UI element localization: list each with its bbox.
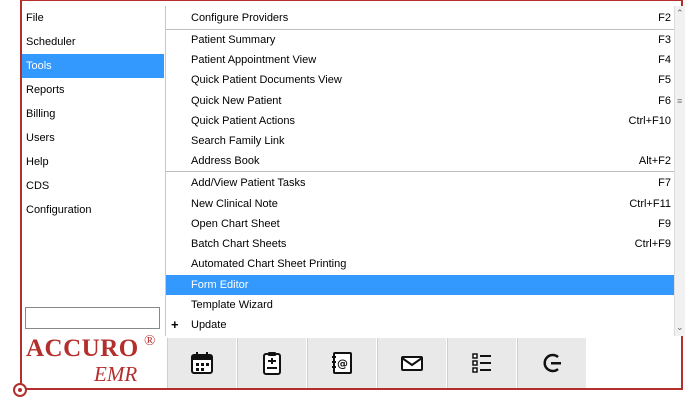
submenu-item-shortcut: F3 bbox=[658, 34, 671, 46]
svg-text:@: @ bbox=[337, 357, 348, 370]
submenu-item-quick-patient-documents-view[interactable]: Quick Patient Documents View F5 bbox=[166, 70, 675, 90]
menu-item-scheduler[interactable]: Scheduler bbox=[22, 30, 164, 54]
submenu-item-update[interactable]: + Update bbox=[166, 315, 675, 335]
envelope-icon bbox=[401, 356, 423, 371]
menu-item-label: CDS bbox=[26, 180, 50, 192]
menu-item-help[interactable]: Help bbox=[22, 150, 164, 174]
submenu-item-label: Configure Providers bbox=[191, 12, 289, 24]
clipboard-icon bbox=[263, 352, 281, 375]
tools-submenu: Configure Providers F2 Patient Summary F3 … bbox=[165, 6, 675, 336]
submenu-item-address-book[interactable]: Address Book Alt+F2 bbox=[166, 151, 675, 171]
menu-item-label: Users bbox=[26, 132, 55, 144]
submenu-item-configure-providers[interactable]: Configure Providers F2 bbox=[166, 8, 675, 28]
submenu-item-label: Template Wizard bbox=[191, 299, 273, 311]
accuro-emr-logo: ACCURO ® EMR bbox=[26, 333, 160, 387]
expand-plus-icon[interactable]: + bbox=[171, 315, 179, 335]
submenu-item-label: Add/View Patient Tasks bbox=[191, 177, 306, 189]
address-book-icon: @ bbox=[332, 352, 352, 374]
submenu-item-template-wizard[interactable]: Template Wizard bbox=[166, 295, 675, 315]
submenu-item-shortcut: F7 bbox=[658, 177, 671, 189]
logout-button[interactable] bbox=[517, 338, 587, 388]
submenu-item-batch-chart-sheets[interactable]: Batch Chart Sheets Ctrl+F9 bbox=[166, 234, 675, 254]
menu-item-label: Configuration bbox=[26, 204, 92, 216]
main-menu: File Scheduler Tools Reports Billing Use… bbox=[22, 6, 164, 222]
submenu-item-shortcut: F9 bbox=[658, 218, 671, 230]
submenu-item-shortcut: F6 bbox=[658, 95, 671, 107]
chevron-up-icon[interactable]: ⌃ bbox=[676, 8, 684, 19]
crosshair-icon bbox=[13, 383, 27, 397]
menu-item-billing[interactable]: Billing bbox=[22, 102, 164, 126]
logo-brand-text: ACCURO bbox=[26, 335, 139, 362]
menu-search-input[interactable] bbox=[25, 307, 160, 329]
menu-item-tools[interactable]: Tools bbox=[22, 54, 164, 78]
submenu-item-shortcut: F2 bbox=[658, 12, 671, 24]
task-list-icon bbox=[472, 353, 491, 373]
submenu-item-label: Open Chart Sheet bbox=[191, 218, 280, 230]
menu-item-file[interactable]: File bbox=[22, 6, 164, 30]
menu-item-configuration[interactable]: Configuration bbox=[22, 198, 164, 222]
submenu-item-form-editor[interactable]: Form Editor bbox=[166, 275, 675, 295]
submenu-item-label: Address Book bbox=[191, 155, 260, 167]
submenu-item-new-clinical-note[interactable]: New Clinical Note Ctrl+F11 bbox=[166, 194, 675, 214]
chevron-down-icon[interactable]: ⌄ bbox=[676, 322, 684, 333]
submenu-item-label: Quick Patient Actions bbox=[191, 115, 295, 127]
submenu-item-label: Batch Chart Sheets bbox=[191, 238, 287, 250]
submenu-item-label: New Clinical Note bbox=[191, 198, 278, 210]
submenu-item-label: Automated Chart Sheet Printing bbox=[191, 258, 347, 270]
submenu-item-label: Quick Patient Documents View bbox=[191, 74, 342, 86]
menu-item-label: Reports bbox=[26, 84, 65, 96]
submenu-item-label: Form Editor bbox=[191, 279, 249, 291]
submenu-item-search-family-link[interactable]: Search Family Link bbox=[166, 131, 675, 151]
submenu-item-label: Patient Summary bbox=[191, 34, 276, 46]
menu-item-label: Help bbox=[26, 156, 49, 168]
submenu-item-label: Patient Appointment View bbox=[191, 54, 317, 66]
menu-separator bbox=[166, 171, 675, 172]
submenu-item-shortcut: Alt+F2 bbox=[638, 155, 671, 167]
submenu-item-add-view-patient-tasks[interactable]: Add/View Patient Tasks F7 bbox=[166, 173, 675, 193]
submenu-item-automated-chart-sheet-printing[interactable]: Automated Chart Sheet Printing bbox=[166, 254, 675, 274]
address-book-button[interactable]: @ bbox=[307, 338, 377, 388]
submenu-scrollbar[interactable]: ⌃ ≡ ⌄ bbox=[674, 6, 685, 336]
menu-item-users[interactable]: Users bbox=[22, 126, 164, 150]
task-list-button[interactable] bbox=[447, 338, 517, 388]
submenu-item-quick-new-patient[interactable]: Quick New Patient F6 bbox=[166, 91, 675, 111]
submenu-item-label: Update bbox=[191, 319, 227, 331]
submenu-item-shortcut: F5 bbox=[658, 74, 671, 86]
menu-item-label: Scheduler bbox=[26, 36, 76, 48]
submenu-item-patient-summary[interactable]: Patient Summary F3 bbox=[166, 30, 675, 50]
menu-item-label: Tools bbox=[26, 60, 52, 72]
scroll-thumb[interactable]: ≡ bbox=[677, 96, 684, 110]
logo-sub-text: EMR bbox=[94, 362, 138, 386]
submenu-item-quick-patient-actions[interactable]: Quick Patient Actions Ctrl+F10 bbox=[166, 111, 675, 131]
patient-summary-button[interactable] bbox=[237, 338, 307, 388]
submenu-item-label: Search Family Link bbox=[191, 135, 285, 147]
menu-item-cds[interactable]: CDS bbox=[22, 174, 164, 198]
calendar-button[interactable] bbox=[167, 338, 237, 388]
submenu-item-open-chart-sheet[interactable]: Open Chart Sheet F9 bbox=[166, 214, 675, 234]
submenu-item-shortcut: F4 bbox=[658, 54, 671, 66]
submenu-item-patient-appointment-view[interactable]: Patient Appointment View F4 bbox=[166, 50, 675, 70]
menu-item-label: File bbox=[26, 12, 44, 24]
submenu-item-label: Quick New Patient bbox=[191, 95, 282, 107]
logo-registered-mark: ® bbox=[144, 333, 156, 349]
messages-button[interactable] bbox=[377, 338, 447, 388]
submenu-item-shortcut: Ctrl+F11 bbox=[629, 198, 671, 210]
submenu-item-shortcut: Ctrl+F10 bbox=[628, 115, 672, 127]
logout-icon bbox=[543, 353, 561, 373]
menu-item-label: Billing bbox=[26, 108, 56, 120]
menu-item-reports[interactable]: Reports bbox=[22, 78, 164, 102]
submenu-item-shortcut: Ctrl+F9 bbox=[634, 238, 671, 250]
quick-toolbar: @ bbox=[167, 338, 587, 388]
calendar-icon bbox=[191, 352, 213, 374]
